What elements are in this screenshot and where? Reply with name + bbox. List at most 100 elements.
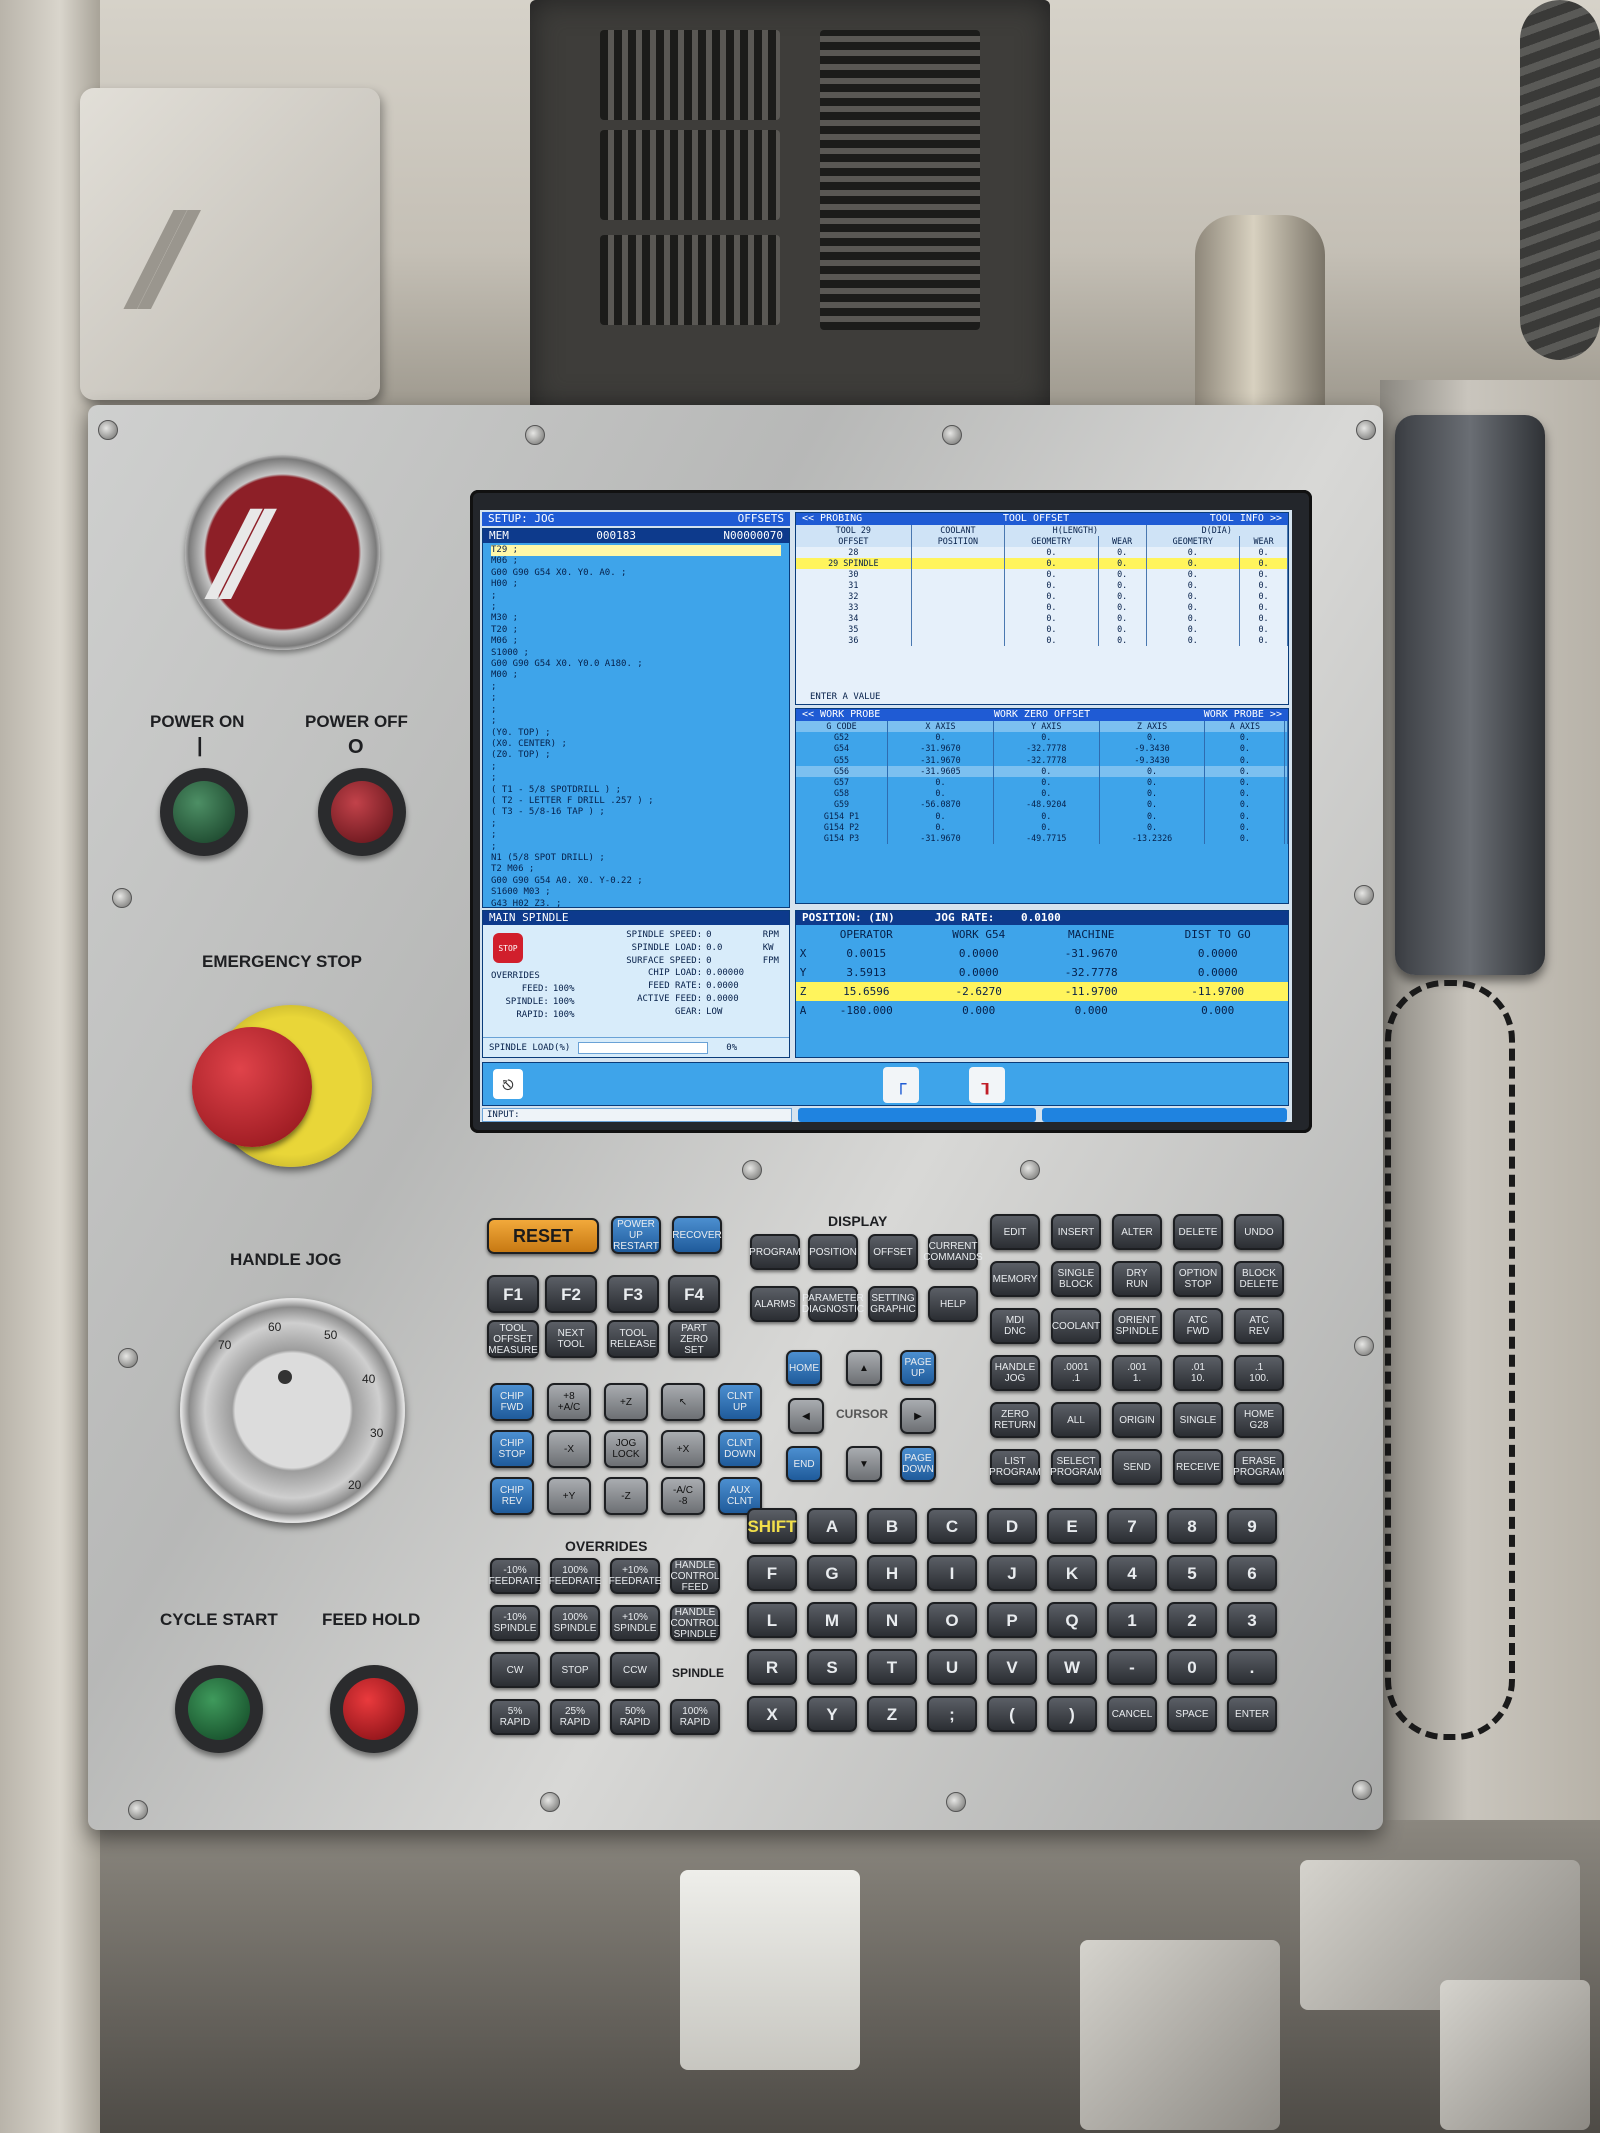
jog-key-1-4[interactable]: CLNT DOWN (718, 1430, 762, 1468)
display-key-0[interactable]: PROGRAM (749, 1234, 801, 1270)
alpha-key-z[interactable]: Z (867, 1696, 917, 1732)
jog-key-0-3[interactable]: ↖ (661, 1383, 705, 1421)
mode-key-4-3[interactable]: SINGLE (1173, 1402, 1223, 1438)
program-line[interactable]: ; (491, 682, 781, 693)
table-row[interactable]: G59 -56.0870 -48.9204 0. 0. (796, 799, 1288, 811)
override-key-3-1[interactable]: 25% RAPID (550, 1699, 600, 1735)
table-row[interactable]: G154 P1 0. 0. 0. 0. (796, 810, 1288, 822)
tab-work-probe-left[interactable]: << WORK PROBE (802, 709, 880, 721)
program-line[interactable]: ; (491, 773, 781, 784)
jog-key-0-2[interactable]: +Z (604, 1383, 648, 1421)
table-row[interactable]: 32 0. 0. 0. 0. (796, 591, 1288, 602)
override-key-0-3[interactable]: HANDLE CONTROL FEED (670, 1558, 720, 1594)
mode-key-0-1[interactable]: INSERT (1051, 1214, 1101, 1250)
reset-button[interactable]: RESET (487, 1218, 599, 1254)
program-line[interactable]: T20 ; (491, 625, 781, 636)
program-line[interactable]: G00 G90 G54 X0. Y0.0 A180. ; (491, 659, 781, 670)
table-row[interactable]: G55 -31.9670 -32.7778 -9.3430 0. (796, 754, 1288, 766)
cursor-right-button[interactable]: ▶ (900, 1398, 936, 1434)
program-line[interactable]: ; (491, 819, 781, 830)
alpha-key-p[interactable]: P (987, 1602, 1037, 1638)
program-line[interactable]: M06 ; (491, 636, 781, 647)
alpha-key-x[interactable]: ) (1047, 1696, 1097, 1732)
f-key-f3[interactable]: F3 (607, 1275, 659, 1313)
emergency-stop-button[interactable] (192, 1005, 372, 1167)
alpha-key-cancel[interactable]: CANCEL (1107, 1696, 1157, 1732)
program-line[interactable]: T29 ; (491, 545, 781, 557)
alpha-key-r[interactable]: R (747, 1649, 797, 1685)
alpha-key-a[interactable]: A (807, 1508, 857, 1544)
program-line[interactable]: ; (491, 591, 781, 602)
position-row[interactable]: A -180.000 0.000 0.000 0.000 (796, 1001, 1288, 1020)
program-line[interactable]: M00 ; (491, 670, 781, 681)
work-offset-pane[interactable]: << WORK PROBE WORK ZERO OFFSET WORK PROB… (795, 708, 1289, 904)
program-line[interactable]: S1000 ; (491, 648, 781, 659)
jog-key-2-3[interactable]: -A/C -8 (661, 1477, 705, 1515)
alpha-key-b[interactable]: B (867, 1508, 917, 1544)
alpha-key-0[interactable]: 0 (1167, 1649, 1217, 1685)
override-key-3-0[interactable]: 5% RAPID (490, 1699, 540, 1735)
position-row[interactable]: Z 15.6596 -2.6270 -11.9700 -11.9700 (796, 982, 1288, 1001)
table-row[interactable]: 36 0. 0. 0. 0. (796, 635, 1288, 646)
mode-key-1-4[interactable]: BLOCK DELETE (1234, 1261, 1284, 1297)
table-row[interactable]: 28 0. 0. 0. 0. (796, 547, 1288, 558)
mode-key-1-3[interactable]: OPTION STOP (1173, 1261, 1223, 1297)
program-pane[interactable]: MEM 000183 N00000070 T29 ; M06 ; G00 G90 G… (482, 528, 790, 910)
mode-key-2-1[interactable]: COOLANT (1051, 1308, 1101, 1344)
power-on-button[interactable] (160, 768, 248, 856)
alpha-key-h[interactable]: H (867, 1555, 917, 1591)
mode-key-1-2[interactable]: DRY RUN (1112, 1261, 1162, 1297)
tab-work-zero-offset[interactable]: WORK ZERO OFFSET (994, 709, 1090, 721)
override-key-1-0[interactable]: -10% SPINDLE (490, 1605, 540, 1641)
cursor-down-button[interactable]: ▼ (846, 1446, 882, 1482)
alpha-key-x[interactable]: X (747, 1696, 797, 1732)
mode-key-0-2[interactable]: ALTER (1112, 1214, 1162, 1250)
alpha-key-g[interactable]: G (807, 1555, 857, 1591)
override-key-3-2[interactable]: 50% RAPID (610, 1699, 660, 1735)
table-row[interactable]: 30 0. 0. 0. 0. (796, 569, 1288, 580)
alpha-key-v[interactable]: V (987, 1649, 1037, 1685)
mode-key-0-0[interactable]: EDIT (990, 1214, 1040, 1250)
tool-offset-pane[interactable]: << PROBING TOOL OFFSET TOOL INFO >> TOOL… (795, 512, 1289, 705)
program-line[interactable]: H00 ; (491, 579, 781, 590)
tab-probing[interactable]: << PROBING (802, 513, 862, 525)
alpha-key-i[interactable]: I (927, 1555, 977, 1591)
tool-key-0[interactable]: TOOL OFFSET MEASURE (487, 1320, 539, 1358)
tool-key-2[interactable]: TOOL RELEASE (607, 1320, 659, 1358)
tab-work-probe-right[interactable]: WORK PROBE >> (1204, 709, 1282, 721)
table-row[interactable]: G54 -31.9670 -32.7778 -9.3430 0. (796, 743, 1288, 755)
program-line[interactable]: (Z0. TOP) ; (491, 750, 781, 761)
display-key-3[interactable]: CURRENT COMMANDS (923, 1234, 983, 1270)
recover-button[interactable]: RECOVER (672, 1216, 722, 1254)
program-line[interactable]: S1600 M03 ; (491, 887, 781, 898)
program-line[interactable]: (Y0. TOP) ; (491, 728, 781, 739)
mode-key-2-0[interactable]: MDI DNC (990, 1308, 1040, 1344)
mode-key-5-3[interactable]: RECEIVE (1173, 1449, 1223, 1485)
table-row[interactable]: 33 0. 0. 0. 0. (796, 602, 1288, 613)
step-to-point-icon[interactable]: ┒ (969, 1067, 1005, 1103)
alpha-key-shift[interactable]: SHIFT (747, 1508, 797, 1544)
jog-key-1-0[interactable]: CHIP STOP (490, 1430, 534, 1468)
mode-key-4-4[interactable]: HOME G28 (1234, 1402, 1284, 1438)
alpha-key-x[interactable]: . (1227, 1649, 1277, 1685)
f-key-f4[interactable]: F4 (668, 1275, 720, 1313)
table-row[interactable]: G154 P2 0. 0. 0. 0. (796, 821, 1288, 834)
alpha-key-x[interactable]: ; (927, 1696, 977, 1732)
program-line[interactable]: G00 G90 G54 X0. Y0. A0. ; (491, 568, 781, 579)
end-button[interactable]: END (786, 1446, 822, 1482)
alpha-key-f[interactable]: F (747, 1555, 797, 1591)
jog-key-1-2[interactable]: JOG LOCK (604, 1430, 648, 1468)
alpha-key-e[interactable]: E (1047, 1508, 1097, 1544)
alpha-key-y[interactable]: Y (807, 1696, 857, 1732)
cursor-up-button[interactable]: ▲ (846, 1350, 882, 1386)
handle-jog-wheel[interactable]: 70 60 50 40 30 20 (180, 1298, 405, 1523)
position-row[interactable]: Y 3.5913 0.0000 -32.7778 0.0000 (796, 963, 1288, 982)
cursor-left-button[interactable]: ◀ (788, 1398, 824, 1434)
power-off-button[interactable] (318, 768, 406, 856)
mode-key-3-2[interactable]: .001 1. (1112, 1355, 1162, 1391)
program-line[interactable]: G43 H02 Z3. ; (491, 899, 781, 910)
mode-key-3-3[interactable]: .01 10. (1173, 1355, 1223, 1391)
program-line[interactable]: ; (491, 602, 781, 613)
alpha-key-t[interactable]: T (867, 1649, 917, 1685)
program-line[interactable]: ( T2 - LETTER F DRILL .257 ) ; (491, 796, 781, 807)
